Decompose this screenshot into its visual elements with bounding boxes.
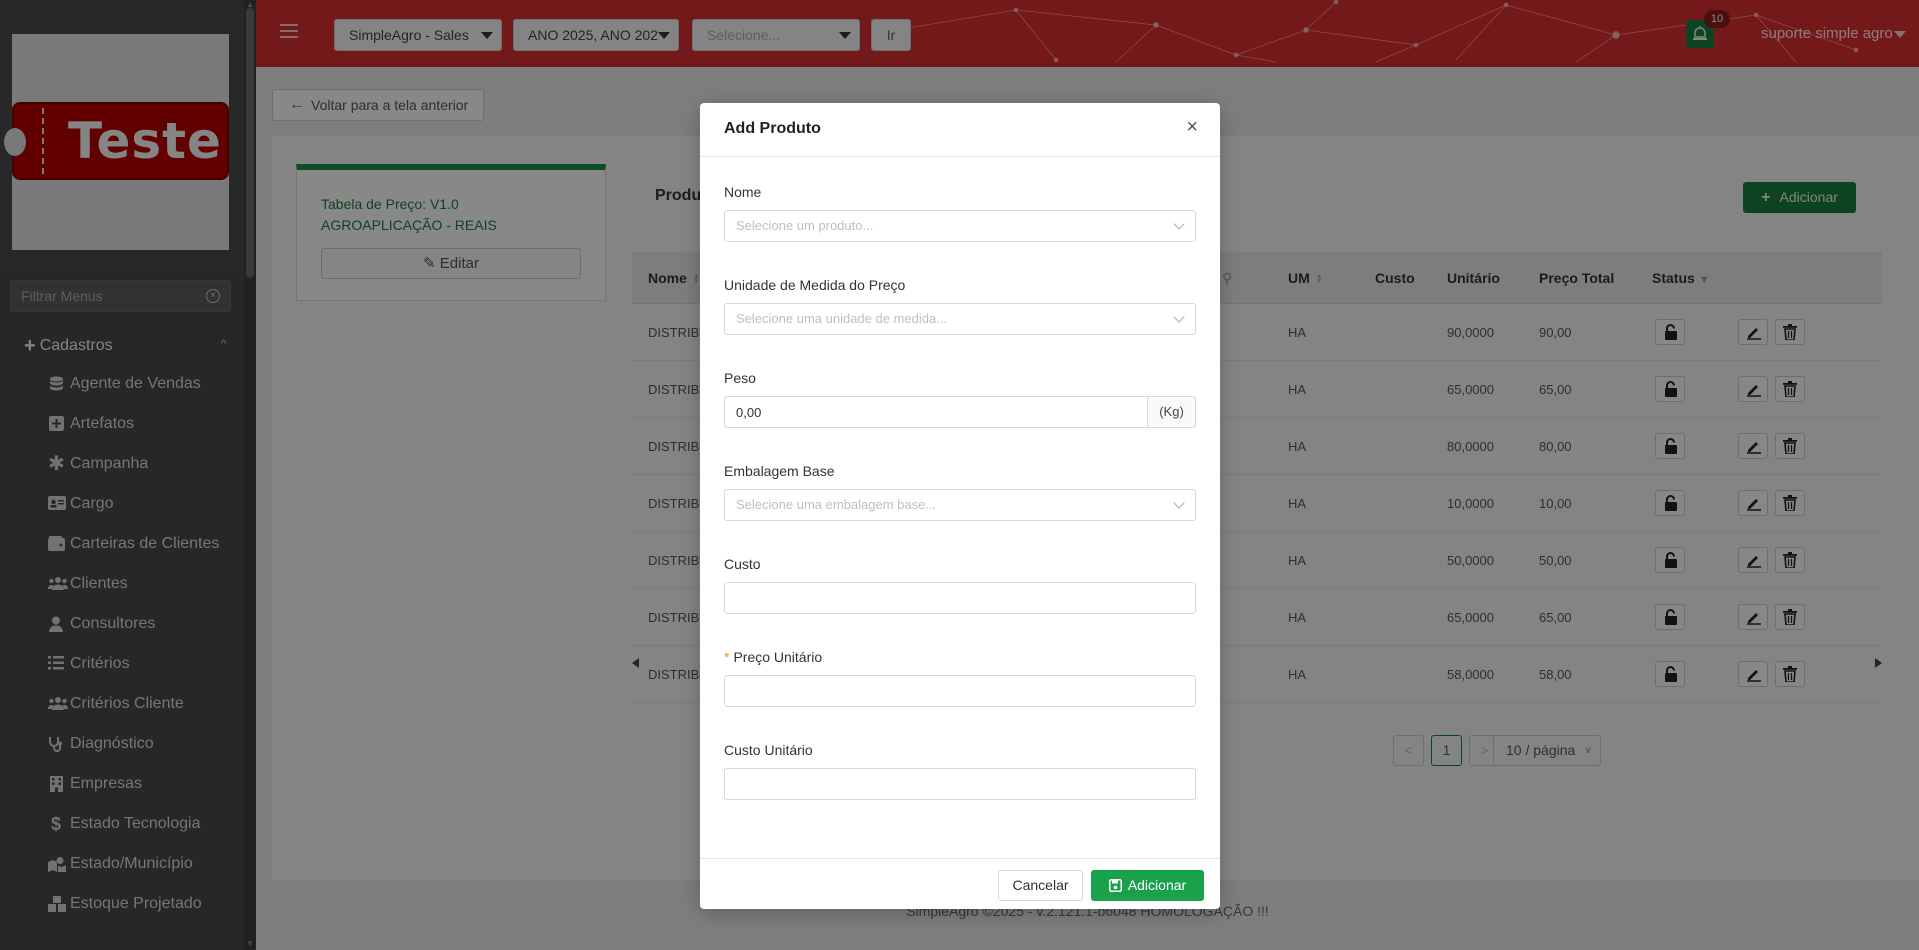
nome-placeholder: Selecione um produto... — [736, 218, 874, 233]
cancel-button[interactable]: Cancelar — [998, 870, 1083, 901]
unidade-placeholder: Selecione uma unidade de medida... — [736, 311, 948, 326]
chevron-down-icon — [1173, 497, 1185, 509]
peso-input[interactable] — [724, 396, 1148, 428]
nome-select[interactable]: Selecione um produto... — [724, 210, 1196, 242]
embalagem-label: Embalagem Base — [724, 463, 835, 479]
embalagem-select[interactable]: Selecione uma embalagem base... — [724, 489, 1196, 521]
unidade-select[interactable]: Selecione uma unidade de medida... — [724, 303, 1196, 335]
custo-input[interactable] — [724, 582, 1196, 614]
chevron-down-icon — [1173, 311, 1185, 323]
peso-label: Peso — [724, 370, 756, 386]
peso-field-group: (Kg) — [724, 396, 1196, 428]
add-product-modal: Add Produto × Nome Selecione um produto.… — [700, 103, 1220, 909]
custo-label: Custo — [724, 556, 761, 572]
custo-unitario-label: Custo Unitário — [724, 742, 813, 758]
preco-unitario-label: * Preço Unitário — [724, 649, 823, 665]
nome-label: Nome — [724, 184, 762, 200]
modal-header: Add Produto × — [700, 103, 1220, 157]
embalagem-placeholder: Selecione uma embalagem base... — [736, 497, 937, 512]
chevron-down-icon — [1173, 218, 1185, 230]
required-marker: * — [724, 649, 730, 665]
unidade-label: Unidade de Medida do Preço — [724, 277, 906, 293]
peso-unit-addon: (Kg) — [1147, 396, 1196, 428]
submit-button-label: Adicionar — [1127, 877, 1187, 893]
close-icon[interactable]: × — [1186, 117, 1198, 137]
modal-title: Add Produto — [724, 120, 821, 137]
submit-add-button[interactable]: Adicionar — [1091, 870, 1204, 901]
custo-unitario-input[interactable] — [724, 768, 1196, 800]
save-icon — [1108, 879, 1122, 892]
preco-unitario-input[interactable] — [724, 675, 1196, 707]
modal-footer: Cancelar Adicionar — [700, 858, 1220, 909]
